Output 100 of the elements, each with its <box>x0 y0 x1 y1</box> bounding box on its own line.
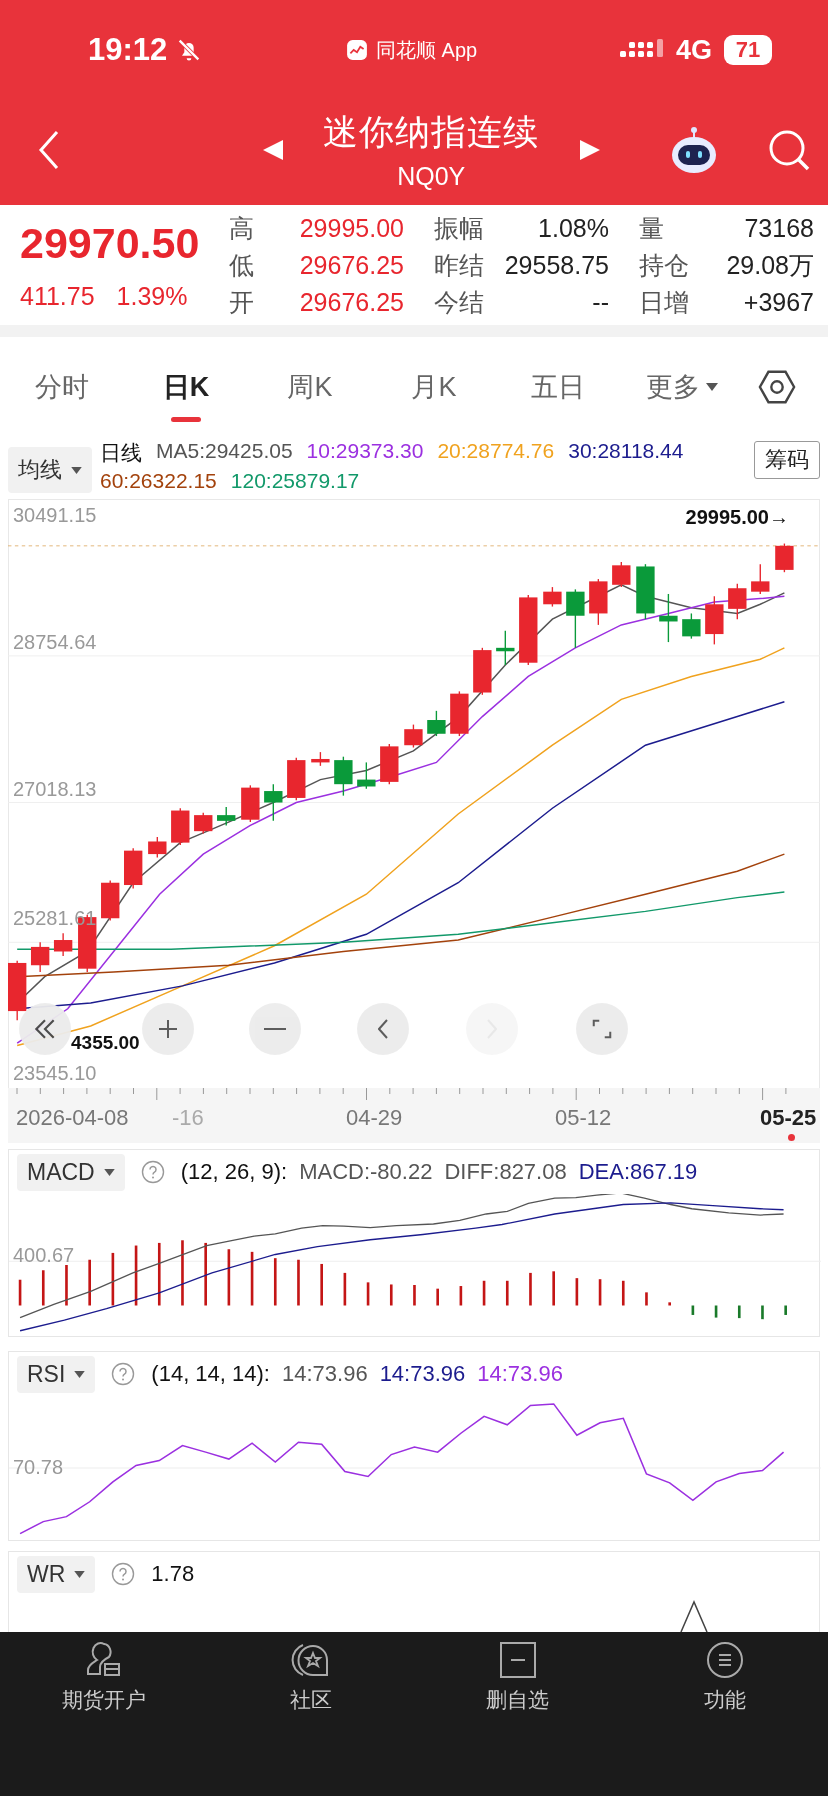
stat-label: 振幅 <box>434 212 484 244</box>
candlestick <box>357 761 376 790</box>
candlestick <box>705 595 724 646</box>
candlestick <box>427 710 446 737</box>
indicator-dropdown[interactable]: 均线 <box>8 447 92 493</box>
moving-average-value: MA5:29425.05 <box>156 439 293 464</box>
candlestick <box>380 743 399 785</box>
y-axis-label: 23545.10 <box>13 1062 97 1085</box>
stat-value: +3967 <box>743 287 814 317</box>
help-icon[interactable] <box>111 1562 136 1586</box>
candlestick <box>264 783 283 822</box>
indicator-params: (14, 14, 14): <box>151 1361 270 1387</box>
price-change-percent: 1.39% <box>116 282 188 311</box>
bottom-nav-item[interactable]: 功能 <box>644 1640 805 1714</box>
robot-icon <box>669 124 719 175</box>
indicator-value: 14:73.96 <box>282 1361 368 1387</box>
current-date-dot <box>788 1134 795 1141</box>
candlestick <box>636 563 655 620</box>
status-time: 19:12 <box>88 32 168 68</box>
candlestick <box>566 588 585 649</box>
y-axis-label: 28754.64 <box>13 631 97 654</box>
indicator-dropdown[interactable]: MACD <box>17 1153 125 1191</box>
indicator-value: DIFF:827.08 <box>444 1159 567 1185</box>
indicator-value: 14:73.96 <box>477 1361 563 1387</box>
date-label: -16 <box>172 1105 204 1131</box>
indicator-value: MACD:-80.22 <box>299 1159 433 1185</box>
stat-label: 昨结 <box>434 249 484 281</box>
date-label: 2026-04-08 <box>16 1105 129 1131</box>
chart-control-button[interactable] <box>19 1003 71 1055</box>
caret-icon <box>103 1168 115 1176</box>
period-label: 日线 <box>100 440 142 466</box>
moving-average-value: 60:26322.15 <box>100 469 217 493</box>
candlestick <box>53 932 73 957</box>
wr-line <box>680 1600 708 1632</box>
candlestick <box>543 586 562 608</box>
stat-label: 量 <box>639 212 664 244</box>
contract-title: 迷你纳指连续 <box>323 110 540 153</box>
help-icon[interactable] <box>140 1160 165 1184</box>
stat-value: 29995.00 <box>299 213 404 243</box>
battery-indicator: 71 <box>724 35 772 65</box>
period-tab[interactable]: 分时 <box>0 352 124 422</box>
period-tab[interactable]: 月K <box>372 352 496 422</box>
help-icon[interactable] <box>111 1362 136 1386</box>
period-tab[interactable]: 五日 <box>496 352 620 422</box>
bottom-nav-item[interactable]: 删自选 <box>437 1640 598 1714</box>
indicator-dropdown[interactable]: RSI <box>17 1355 96 1393</box>
left-chevron-icon <box>378 1019 388 1039</box>
candlestick <box>101 879 120 922</box>
stat-label: 日增 <box>639 286 689 318</box>
caret-icon <box>74 1570 86 1578</box>
date-label: 05-12 <box>555 1105 612 1131</box>
candlestick <box>194 812 213 835</box>
candlestick <box>612 561 631 588</box>
indicator-value: 14:73.96 <box>379 1361 466 1387</box>
candlestick <box>728 582 747 620</box>
stat-label: 低 <box>229 249 254 281</box>
app-logo-icon <box>346 39 369 61</box>
stat-label: 开 <box>229 286 254 318</box>
stat-value: 29676.25 <box>299 287 404 317</box>
indicator-value: DEA:867.19 <box>578 1159 698 1185</box>
bottom-nav-item[interactable]: 社区 <box>230 1640 391 1714</box>
stat-value: 73168 <box>744 213 814 243</box>
low-price-label: 4355.00 <box>71 1032 140 1054</box>
stat-value: 1.08% <box>538 213 609 243</box>
right-triangle-icon <box>577 137 602 162</box>
bottom-nav-item[interactable]: 期货开户 <box>23 1640 184 1714</box>
candlestick <box>751 563 770 595</box>
candlestick <box>473 647 492 696</box>
y-axis-label: 400.67 <box>13 1244 75 1267</box>
candlestick <box>287 757 306 801</box>
date-label: 05-25 <box>760 1105 817 1131</box>
candlestick <box>148 836 167 859</box>
stat-label: 今结 <box>434 286 484 318</box>
stat-value: 29558.75 <box>504 250 609 280</box>
period-tab[interactable]: 周K <box>248 352 372 422</box>
period-tab[interactable]: 日K <box>124 352 248 422</box>
minus-icon <box>264 1027 286 1031</box>
indicator-params: (12, 26, 9): <box>180 1159 288 1185</box>
candlestick <box>519 594 538 666</box>
chip-distribution-button[interactable]: 筹码 <box>754 441 820 479</box>
fullscreen-icon <box>591 1018 613 1040</box>
candlestick <box>775 542 794 573</box>
price-change: 411.75 <box>20 282 95 311</box>
chart-control-button[interactable] <box>142 1003 194 1055</box>
plus-icon <box>156 1017 180 1041</box>
indicator-dropdown[interactable]: WR <box>17 1555 96 1593</box>
candlestick <box>659 593 678 643</box>
app-name: 同花顺 App <box>376 37 478 63</box>
moving-average-value: 30:28118.44 <box>568 439 684 464</box>
y-axis-label: 30491.15 <box>13 504 97 527</box>
caret-icon <box>71 466 82 474</box>
moving-average-value: 10:29373.30 <box>306 439 424 464</box>
candlestick <box>404 723 423 749</box>
network-type: 4G <box>675 34 712 66</box>
candlestick <box>8 959 27 1021</box>
stat-label: 高 <box>229 212 254 244</box>
period-tab[interactable]: 更多 <box>620 352 744 422</box>
stat-value: -- <box>592 287 609 317</box>
caret-icon <box>706 383 718 391</box>
candlestick <box>171 807 190 846</box>
